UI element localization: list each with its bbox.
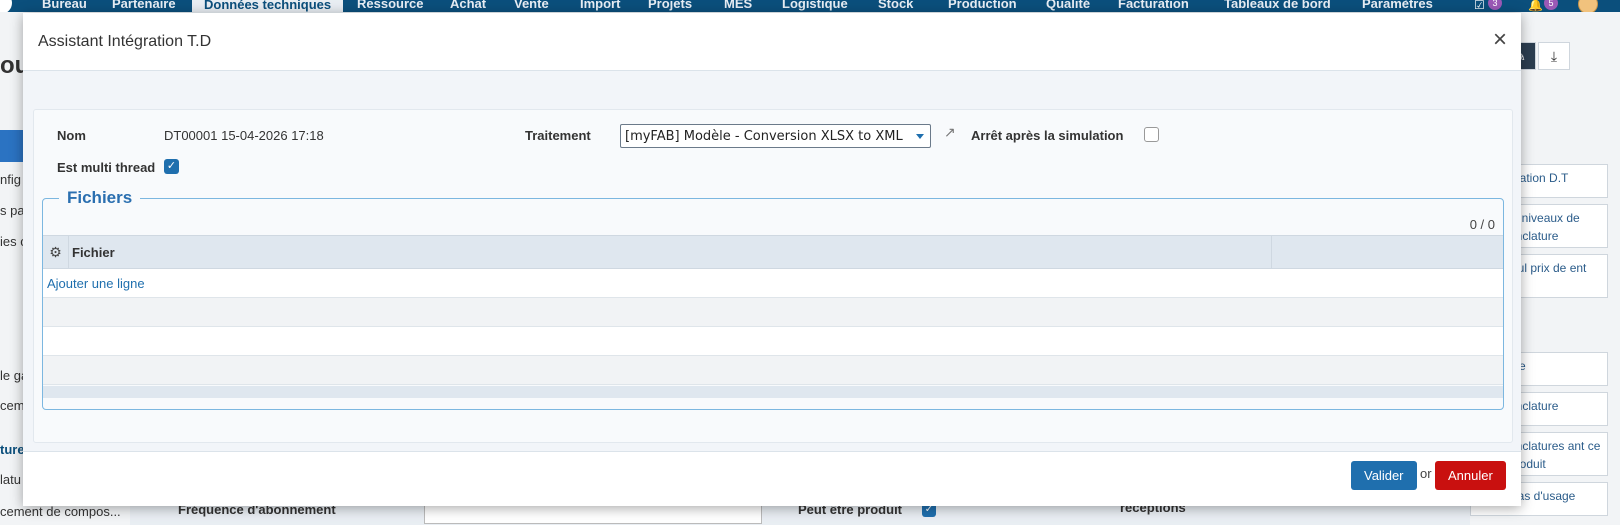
traitement-select-value: [myFAB] Modèle - Conversion XLSX to XML <box>625 129 903 144</box>
table-row: Ajouter une ligne <box>43 269 1503 298</box>
nav-item-production[interactable]: Production <box>948 0 1017 11</box>
multi-thread-checkbox[interactable]: ✓ <box>164 159 179 174</box>
top-navigation: Bureau Partenaire Données techniques Res… <box>0 0 1620 12</box>
table-row <box>43 356 1503 385</box>
nav-item-partenaire[interactable]: Partenaire <box>112 0 176 11</box>
dialog-header: Assistant Intégration T.D × <box>23 13 1521 71</box>
nav-item-donnees-techniques[interactable]: Données techniques <box>192 0 344 12</box>
background-menu-item[interactable]: ture <box>0 442 25 457</box>
background-menu-item[interactable]: cem <box>0 398 25 413</box>
message-badge: 5 <box>1544 0 1558 10</box>
fichiers-legend: Fichiers <box>59 188 141 208</box>
background-active-marker <box>0 130 23 162</box>
nav-item-stock[interactable]: Stock <box>878 0 913 11</box>
nav-item-logistique[interactable]: Logistique <box>782 0 848 11</box>
app-logo[interactable] <box>0 0 12 12</box>
dialog-footer: Valider or Annuler <box>23 452 1521 506</box>
record-counter: 0 / 0 <box>1469 217 1495 232</box>
traitement-select[interactable]: [myFAB] Modèle - Conversion XLSX to XML <box>620 124 931 148</box>
nav-item-import[interactable]: Import <box>580 0 620 11</box>
arret-simulation-label: Arrêt après la simulation <box>971 128 1124 143</box>
add-line-link[interactable]: Ajouter une ligne <box>47 276 145 291</box>
nom-label: Nom <box>57 128 86 143</box>
background-menu-item[interactable]: latu <box>0 472 21 487</box>
multi-thread-label: Est multi thread <box>57 160 156 175</box>
or-separator: or <box>1420 466 1432 481</box>
user-avatar[interactable] <box>1578 0 1598 12</box>
grid-header: ⚙ Fichier <box>43 235 1503 269</box>
background-menu-item[interactable]: cement de compos... <box>0 504 121 519</box>
nav-item-mes[interactable]: MES <box>724 0 752 11</box>
fichiers-fieldset: Fichiers 0 / 0 ⚙ Fichier Ajouter une lig… <box>42 188 1504 410</box>
nav-item-achat[interactable]: Achat <box>450 0 486 11</box>
nav-item-tableaux-de-bord[interactable]: Tableaux de bord <box>1224 0 1331 11</box>
table-row <box>43 327 1503 356</box>
nav-item-qualite[interactable]: Qualité <box>1046 0 1090 11</box>
traitement-label: Traitement <box>525 128 591 143</box>
background-menu-item[interactable]: nfig <box>0 172 21 187</box>
nav-item-ressource[interactable]: Ressource <box>357 0 423 11</box>
dialog-body: Nom DT00001 15-04-2026 17:18 Traitement … <box>23 71 1521 452</box>
notification-badge: 3 <box>1488 0 1502 10</box>
nav-item-projets[interactable]: Projets <box>648 0 692 11</box>
cancel-button[interactable]: Annuler <box>1435 461 1506 490</box>
integration-assistant-dialog: Assistant Intégration T.D × Nom DT00001 … <box>23 13 1521 506</box>
column-divider <box>1271 236 1272 268</box>
download-icon[interactable]: ⤓ <box>1538 42 1570 70</box>
table-row <box>43 298 1503 327</box>
external-link-icon[interactable]: ↗ <box>944 124 956 141</box>
form-sheet: Nom DT00001 15-04-2026 17:18 Traitement … <box>33 109 1513 443</box>
checklist-icon[interactable]: ☑ <box>1474 0 1485 12</box>
nav-item-parametres[interactable]: Paramètres <box>1362 0 1433 11</box>
nav-item-facturation[interactable]: Facturation <box>1118 0 1189 11</box>
column-header-fichier[interactable]: Fichier <box>72 245 115 260</box>
dialog-title: Assistant Intégration T.D <box>38 33 212 50</box>
background-menu-item[interactable]: s pa <box>0 203 25 218</box>
bell-icon[interactable]: 🔔 <box>1528 0 1543 12</box>
grid-footer <box>43 386 1503 398</box>
column-settings-icon[interactable]: ⚙ <box>43 236 69 268</box>
nav-item-bureau[interactable]: Bureau <box>42 0 87 11</box>
nom-value: DT00001 15-04-2026 17:18 <box>164 128 324 143</box>
nav-item-vente[interactable]: Vente <box>514 0 549 11</box>
validate-button[interactable]: Valider <box>1351 461 1417 490</box>
close-icon[interactable]: × <box>1493 28 1507 52</box>
arret-simulation-checkbox[interactable] <box>1144 127 1159 142</box>
chevron-down-icon[interactable] <box>916 134 924 139</box>
